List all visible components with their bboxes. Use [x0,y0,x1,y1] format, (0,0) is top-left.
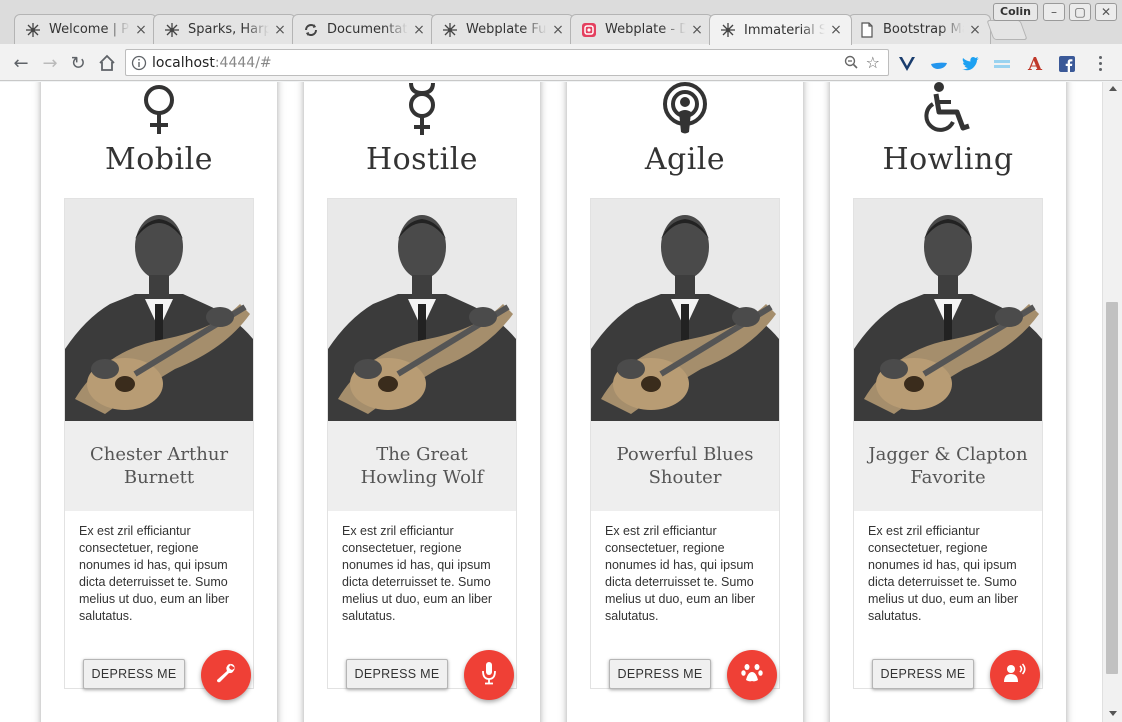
scrollbar-thumb[interactable] [1106,302,1118,674]
close-window-icon[interactable]: ✕ [1095,3,1117,21]
tab-sparks[interactable]: Sparks, Harp × [153,14,296,44]
tab-immaterial[interactable]: Immaterial S × [709,14,852,45]
profile-card: Chester Arthur Burnett Ex est zril effic… [64,198,254,700]
close-icon[interactable]: × [134,23,148,37]
minimize-icon[interactable]: – [1043,3,1065,21]
feature-column: Agile Powerful Blues Shouter Ex est zril… [567,82,803,722]
wrench-fab-button[interactable] [201,650,251,700]
microphone-icon [480,661,498,689]
depress-me-button[interactable]: DEPRESS ME [83,659,185,689]
instagram-icon [581,22,597,38]
tab-label: Welcome | Pl [49,22,130,37]
card-subtitle: Powerful Blues Shouter [591,421,779,511]
tab-bootstrap[interactable]: Bootstrap Ma × [848,14,991,44]
depress-me-button[interactable]: DEPRESS ME [609,659,711,689]
column-title: Howling [882,142,1014,177]
podcast-icon [567,82,803,138]
tab-label: Webplate Fu [466,22,547,37]
musician-photo [854,199,1042,421]
tab-label: Webplate - D [605,22,686,37]
info-icon[interactable] [126,55,152,71]
column-title: Mobile [105,142,213,177]
profile-card: Jagger & Clapton Favorite Ex est zril ef… [853,198,1043,700]
snowflake-icon [442,22,458,38]
tab-webplate-fu[interactable]: Webplate Fu × [431,14,574,44]
snowflake-icon [25,22,41,38]
musician-photo [591,199,779,421]
new-tab-button[interactable] [986,20,1028,40]
feature-column: Mobile Chester Arthur Burnett Ex est zri… [41,82,277,722]
feature-column: Hostile The Great Howling Wolf Ex est zr… [304,82,540,722]
close-icon[interactable]: × [273,23,287,37]
stripes-extension-icon[interactable] [993,55,1011,73]
reload-icon[interactable]: ↻ [67,52,89,74]
mercury-icon [304,82,540,138]
tab-label: Immaterial S [744,22,825,38]
paw-icon [741,663,763,687]
back-icon[interactable]: ← [10,52,32,74]
scroll-down-icon[interactable] [1109,711,1117,716]
tab-strip: Welcome | Pl × Sparks, Harp × Documentat… [0,0,1122,45]
browser-menu-icon[interactable] [1093,54,1107,72]
vue-devtools-icon[interactable] [898,55,916,73]
snowflake-icon [164,22,180,38]
close-icon[interactable]: × [551,23,565,37]
zoom-icon[interactable] [844,55,858,73]
maximize-icon[interactable]: ▢ [1069,3,1091,21]
scroll-up-icon[interactable] [1109,86,1117,91]
address-bar[interactable]: localhost:4444/# ☆ [125,49,889,76]
page-scrollbar[interactable] [1102,82,1122,722]
close-icon[interactable]: × [412,23,426,37]
venus-icon [41,82,277,138]
docker-icon[interactable] [930,55,948,73]
page-viewport: Mobile Chester Arthur Burnett Ex est zri… [0,82,1102,722]
card-subtitle: Jagger & Clapton Favorite [854,421,1042,511]
snowflake-icon [720,22,736,38]
close-icon[interactable]: × [690,23,704,37]
tab-welcome[interactable]: Welcome | Pl × [14,14,157,44]
wheelchair-icon [830,82,1066,138]
bookmark-star-icon[interactable]: ☆ [866,53,880,72]
column-title: Agile [644,142,726,177]
close-icon[interactable]: × [968,23,982,37]
profile-card: Powerful Blues Shouter Ex est zril effic… [590,198,780,700]
page-icon [859,21,875,38]
card-body-text: Ex est zril efficiantur consectetuer, re… [868,524,1019,623]
profile-button[interactable]: Colin [993,3,1039,21]
tab-label: Documentat [327,22,408,37]
speaking-person-icon [1003,663,1027,687]
profile-card: The Great Howling Wolf Ex est zril effic… [327,198,517,700]
speaking-person-fab-button[interactable] [990,650,1040,700]
tab-webplate-d[interactable]: Webplate - D × [570,14,713,44]
column-title: Hostile [365,142,479,177]
font-a-icon[interactable]: A [1026,54,1044,75]
tab-label: Sparks, Harp [188,22,269,37]
depress-me-button[interactable]: DEPRESS ME [872,659,974,689]
depress-me-button[interactable]: DEPRESS ME [346,659,448,689]
musician-photo [328,199,516,421]
feature-column: Howling Jagger & Clapton Favorite Ex est… [830,82,1066,722]
close-icon[interactable]: × [829,23,843,37]
musician-photo [65,199,253,421]
card-subtitle: The Great Howling Wolf [328,421,516,511]
browser-toolbar: ← → ↻ localhost:4444/# ☆ A [0,44,1122,81]
paw-fab-button[interactable] [727,650,777,700]
card-body-text: Ex est zril efficiantur consectetuer, re… [605,524,756,623]
url-text: localhost:4444/# [152,54,272,71]
tab-documentation[interactable]: Documentat × [292,14,435,44]
facebook-icon[interactable] [1058,55,1076,73]
wrench-icon [215,662,237,688]
card-body-text: Ex est zril efficiantur consectetuer, re… [79,524,230,623]
twitter-icon[interactable] [961,55,979,73]
card-body-text: Ex est zril efficiantur consectetuer, re… [342,524,493,623]
sync-icon [303,22,319,38]
forward-icon[interactable]: → [39,52,61,74]
tab-label: Bootstrap Ma [883,22,964,37]
microphone-fab-button[interactable] [464,650,514,700]
card-subtitle: Chester Arthur Burnett [65,421,253,511]
home-icon[interactable] [96,52,118,74]
